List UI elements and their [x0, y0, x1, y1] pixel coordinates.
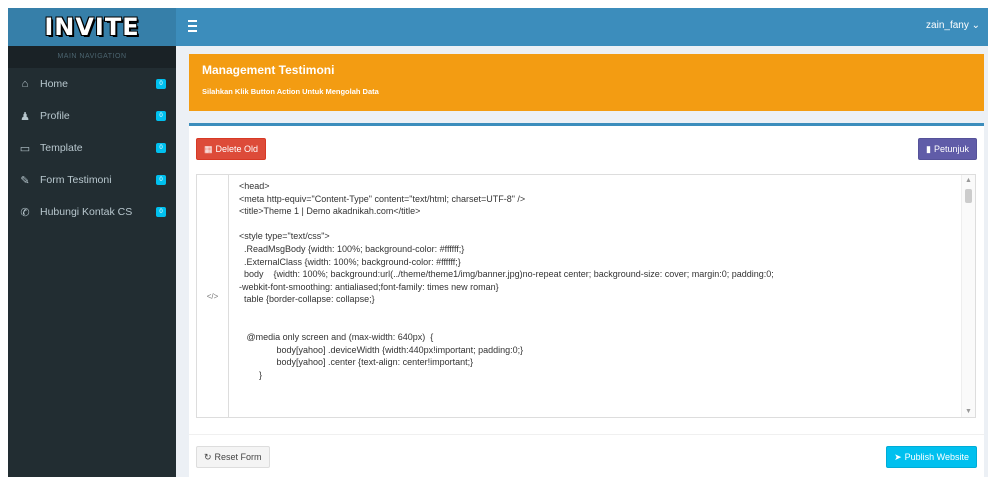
badge: 0 [156, 175, 166, 185]
sidebar-item-profile[interactable]: ♟ Profile 0 [8, 100, 176, 132]
badge: 0 [156, 111, 166, 121]
logo-text: INVITE [44, 13, 140, 41]
sidebar-item-label: Home [40, 78, 69, 90]
topbar: zain_fany ⌄ [176, 8, 988, 46]
bars-icon[interactable] [188, 20, 202, 34]
badge: 0 [156, 143, 166, 153]
sidebar-item-hubungi-kontak-cs[interactable]: ✆ Hubungi Kontak CS 0 [8, 196, 176, 228]
delete-old-button[interactable]: ▦ Delete Old [196, 138, 267, 160]
file-icon: ▮ [926, 143, 931, 154]
reset-form-label: Reset Form [214, 452, 262, 462]
sidebar-item-home[interactable]: ⌂ Home 0 [8, 68, 176, 100]
send-icon: ➤ [894, 451, 902, 462]
user-icon: ♟ [20, 110, 30, 123]
scroll-down-icon[interactable]: ▼ [965, 408, 972, 415]
editor-box: ▦ Delete Old ▮ Petunjuk </> <head> <meta… [189, 123, 984, 477]
logo[interactable]: INVITE [8, 8, 176, 46]
scrollbar-thumb[interactable] [965, 189, 972, 203]
publish-website-button[interactable]: ➤ Publish Website [886, 446, 977, 468]
sidebar-item-label: Profile [40, 110, 70, 122]
sidebar-item-label: Template [40, 142, 83, 154]
publish-website-label: Publish Website [904, 452, 969, 462]
nav-header: MAIN NAVIGATION [8, 46, 176, 68]
scroll-up-icon[interactable]: ▲ [965, 177, 972, 184]
divider [189, 434, 984, 435]
code-textarea[interactable]: <head> <meta http-equiv="Content-Type" c… [229, 175, 961, 417]
delete-old-label: Delete Old [215, 144, 259, 154]
edit-icon: ✎ [20, 174, 30, 187]
home-icon: ⌂ [21, 78, 29, 90]
trash-icon: ▦ [204, 143, 213, 154]
user-menu[interactable]: zain_fany ⌄ [926, 20, 980, 31]
sidebar: INVITE MAIN NAVIGATION ⌂ Home 0 ♟ Profil… [8, 8, 176, 477]
code-editor[interactable]: </> <head> <meta http-equiv="Content-Typ… [196, 174, 976, 418]
code-icon: </> [197, 175, 229, 417]
scrollbar[interactable]: ▲ ▼ [961, 175, 975, 417]
badge: 0 [156, 79, 166, 89]
reset-form-button[interactable]: ↻ Reset Form [196, 446, 270, 468]
badge: 0 [156, 207, 166, 217]
page-callout: Management Testimoni Silahkan Klik Butto… [189, 54, 984, 111]
sidebar-item-form-testimoni[interactable]: ✎ Form Testimoni 0 [8, 164, 176, 196]
refresh-icon: ↻ [204, 451, 212, 462]
sidebar-item-template[interactable]: ▭ Template 0 [8, 132, 176, 164]
page-title: Management Testimoni [202, 63, 335, 77]
monitor-icon: ▭ [19, 142, 31, 155]
sidebar-item-label: Hubungi Kontak CS [40, 206, 133, 218]
petunjuk-label: Petunjuk [933, 144, 969, 154]
phone-icon: ✆ [20, 206, 30, 219]
petunjuk-button[interactable]: ▮ Petunjuk [918, 138, 977, 160]
sidebar-item-label: Form Testimoni [40, 174, 112, 186]
page-subtitle: Silahkan Klik Button Action Untuk Mengol… [202, 87, 379, 96]
content: Management Testimoni Silahkan Klik Butto… [176, 46, 988, 477]
